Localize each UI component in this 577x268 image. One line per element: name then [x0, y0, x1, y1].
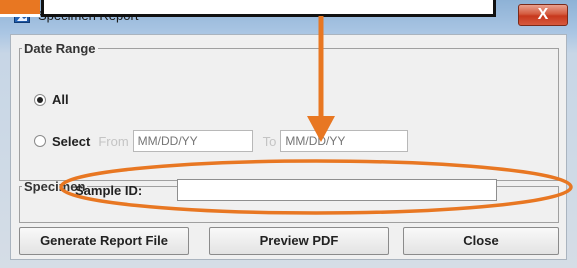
radio-all-row[interactable]: All [34, 92, 69, 107]
date-range-legend: Date Range [24, 41, 96, 56]
to-date-input[interactable] [280, 130, 409, 152]
from-label: From [98, 133, 129, 149]
radio-select-row[interactable]: Select From To [34, 130, 409, 152]
sample-id-input[interactable] [177, 179, 497, 201]
date-range-group: Date Range All Select From To [19, 41, 559, 181]
callout-corner [0, 0, 40, 17]
radio-select-label: Select [52, 133, 91, 149]
radio-all-label: All [52, 92, 69, 107]
sample-id-label: Sample ID: [75, 183, 143, 198]
callout-box [41, 0, 496, 17]
preview-pdf-button[interactable]: Preview PDF [209, 227, 389, 255]
to-label: To [262, 133, 277, 149]
close-button[interactable]: Close [403, 227, 559, 255]
generate-report-button[interactable]: Generate Report File [19, 227, 189, 255]
radio-select[interactable] [34, 135, 46, 147]
dialog-body: Date Range All Select From To Specimen S… [10, 34, 567, 260]
radio-all[interactable] [34, 93, 46, 106]
from-date-input[interactable] [132, 130, 253, 152]
close-icon[interactable]: X [518, 4, 568, 26]
dialog-window: Specimen Report X Date Range All Select … [0, 0, 577, 268]
